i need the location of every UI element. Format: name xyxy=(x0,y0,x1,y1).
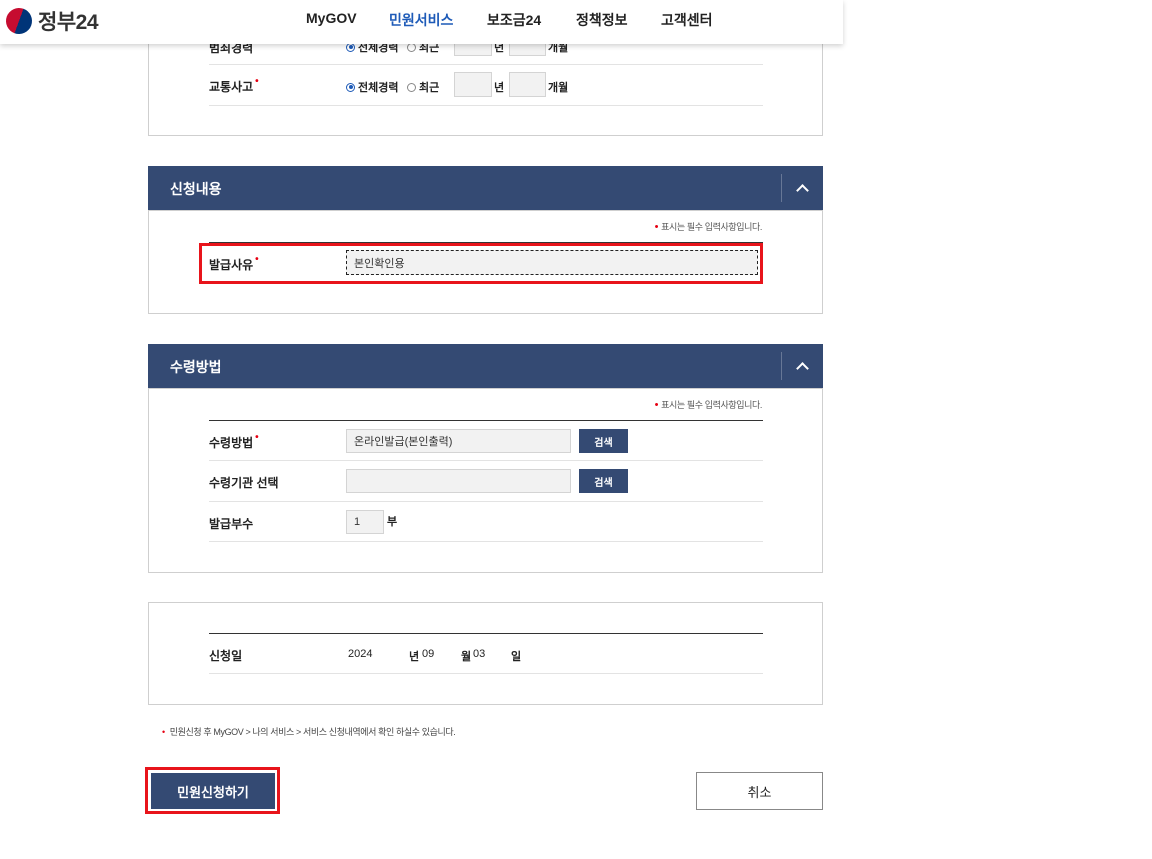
chevron-up-icon xyxy=(796,362,809,375)
radio-all-traffic[interactable]: 전체경력 xyxy=(346,79,398,95)
nav-customer-center[interactable]: 고객센터 xyxy=(661,10,713,30)
receipt-method-input[interactable]: 온라인발급(본인출력) xyxy=(346,429,571,453)
receipt-method-row: 수령방법 • 온라인발급(본인출력) 검색 xyxy=(209,421,763,461)
date-panel: 신청일 2024 년 09 월 03 일 xyxy=(148,602,823,705)
radio-recent-traffic[interactable]: 최근 xyxy=(407,79,439,95)
application-section-header: 신청내용 xyxy=(148,166,823,210)
copies-unit: 부 xyxy=(387,516,398,528)
application-date-label: 신청일 xyxy=(209,649,243,663)
required-note: • 표시는 필수 입력사항입니다. xyxy=(654,221,763,233)
main-nav: MyGOV 민원서비스 보조금24 정책정보 고객센터 xyxy=(0,10,843,30)
required-note: • 표시는 필수 입력사항입니다. xyxy=(654,399,763,411)
cancel-button[interactable]: 취소 xyxy=(696,772,823,810)
date-day: 03 xyxy=(473,648,486,660)
receipt-collapse-button[interactable] xyxy=(782,344,823,388)
receipt-section-title: 수령방법 xyxy=(170,359,222,375)
receipt-agency-input[interactable] xyxy=(346,469,571,493)
receipt-method-label: 수령방법 • xyxy=(209,432,259,450)
month-input-traffic[interactable] xyxy=(509,72,546,97)
unit-month-traffic: 개월 xyxy=(548,82,569,94)
date-month-unit: 월 xyxy=(461,651,472,663)
copies-label: 발급부수 xyxy=(209,517,254,531)
highlight-reason-row xyxy=(199,243,763,284)
site-header: 정부24 MyGOV 민원서비스 보조금24 정책정보 고객센터 xyxy=(0,0,843,44)
application-date-row: 신청일 2024 년 09 월 03 일 xyxy=(209,634,763,674)
date-year-unit: 년 xyxy=(409,651,420,663)
receipt-agency-row: 수령기관 선택 검색 xyxy=(209,461,763,502)
footer-note: • 민원신청 후 MyGOV > 나의 서비스 > 서비스 신청내역에서 확인 하… xyxy=(162,727,456,737)
application-collapse-button[interactable] xyxy=(782,166,823,210)
unit-year-traffic: 년 xyxy=(494,82,505,94)
date-year: 2024 xyxy=(348,648,373,660)
nav-policy-info[interactable]: 정책정보 xyxy=(576,10,628,30)
highlight-submit-button xyxy=(145,767,280,814)
history-row-traffic-label: 교통사고 • xyxy=(209,76,259,94)
receipt-method-search-button[interactable]: 검색 xyxy=(579,429,628,453)
nav-mygov[interactable]: MyGOV xyxy=(306,10,357,26)
date-month: 09 xyxy=(422,648,435,660)
nav-subsidy24[interactable]: 보조금24 xyxy=(487,10,541,30)
copies-input[interactable]: 1 xyxy=(346,510,384,534)
receipt-panel: • 표시는 필수 입력사항입니다. 수령방법 • 온라인발급(본인출력) 검색 수령… xyxy=(148,388,823,573)
receipt-section-header: 수령방법 xyxy=(148,344,823,388)
year-input-traffic[interactable] xyxy=(454,72,492,97)
date-day-unit: 일 xyxy=(511,651,522,663)
application-section-title: 신청내용 xyxy=(170,181,222,197)
nav-civil-service[interactable]: 민원서비스 xyxy=(389,10,453,30)
history-row-traffic: 교통사고 • 전체경력 최근 년 개월 xyxy=(209,65,763,106)
chevron-up-icon xyxy=(796,184,809,197)
receipt-agency-search-button[interactable]: 검색 xyxy=(579,469,628,493)
receipt-agency-label: 수령기관 선택 xyxy=(209,476,279,490)
copies-row: 발급부수 1 부 xyxy=(209,502,763,542)
